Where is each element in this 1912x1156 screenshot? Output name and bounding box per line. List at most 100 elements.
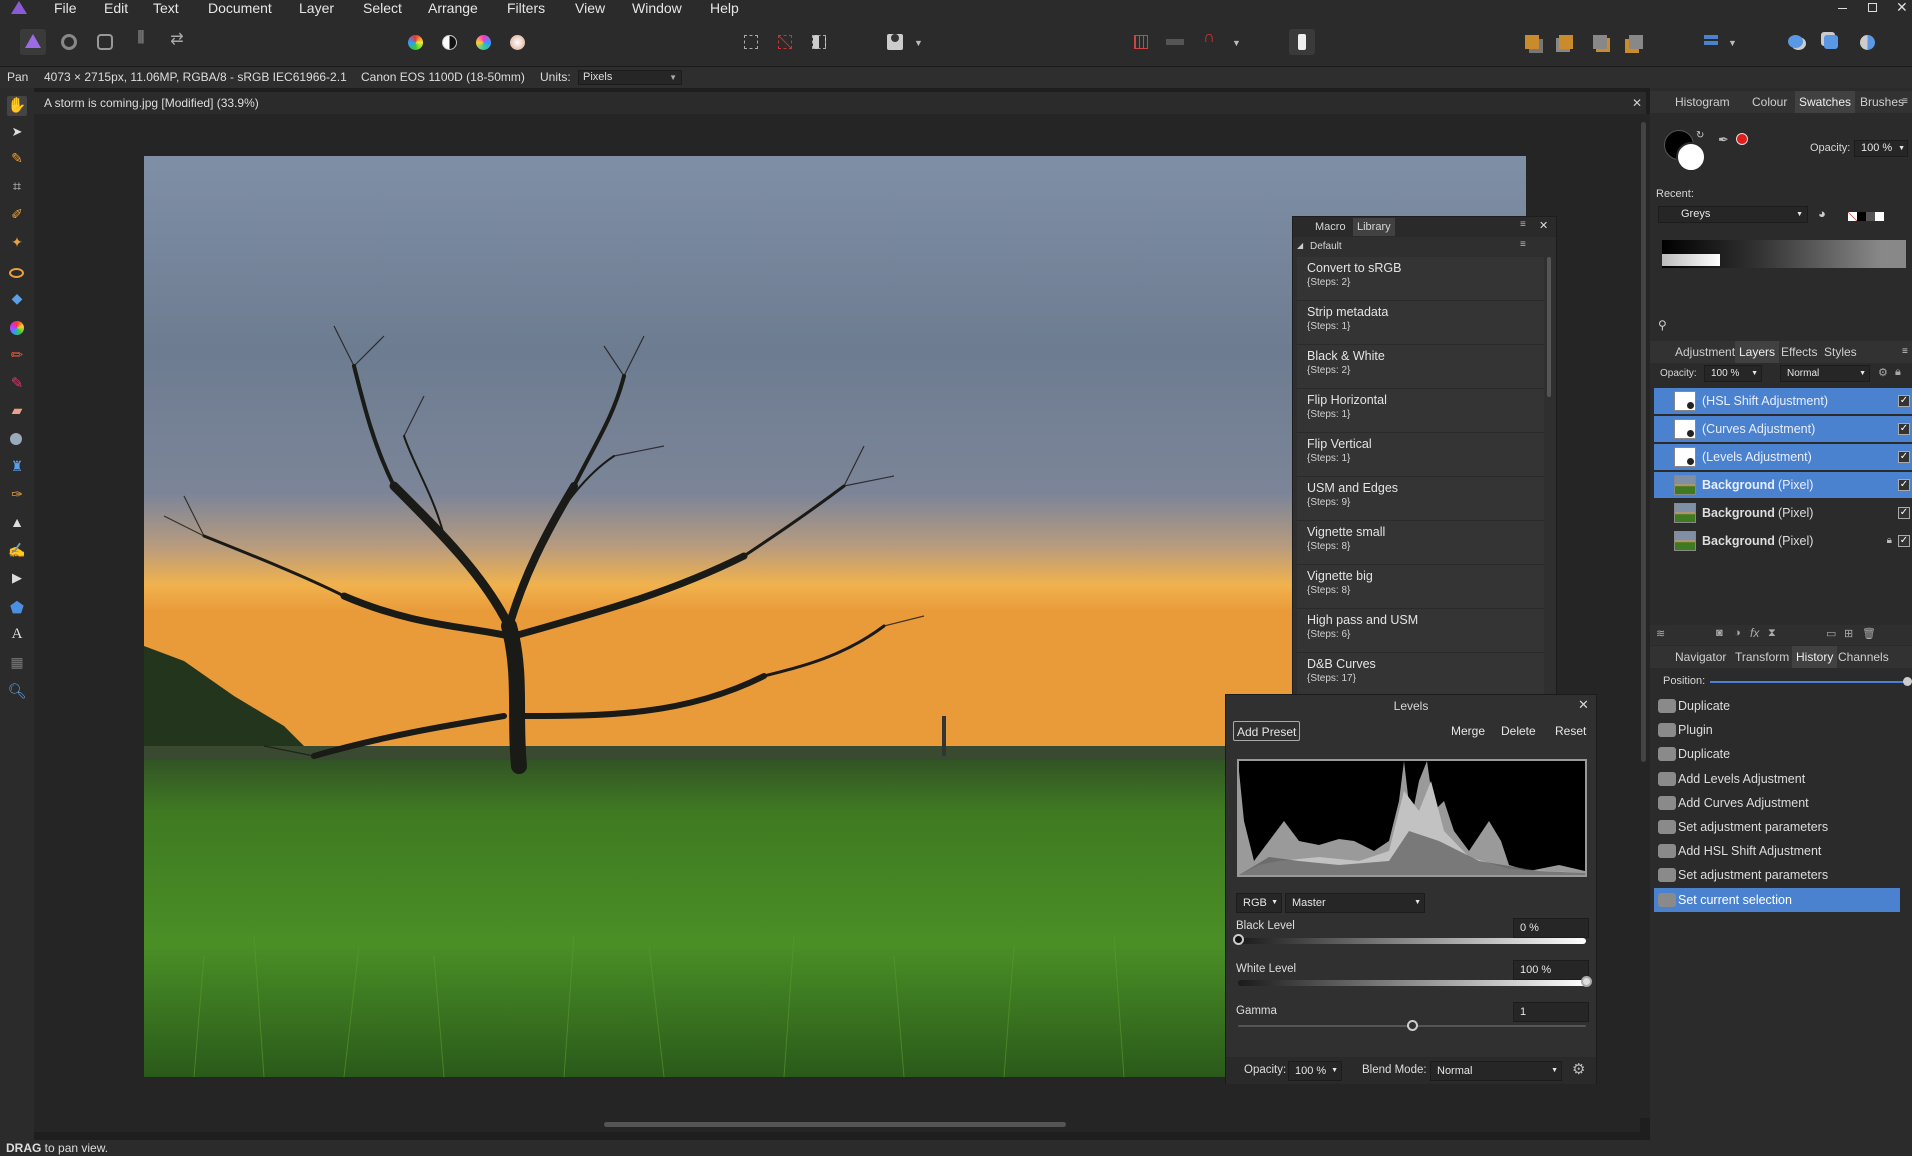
menu-window[interactable]: Window [632,0,682,16]
blend-mode-select[interactable]: Normal ▼ [1430,1061,1562,1081]
lock-icon[interactable]: 🔒︎ [1887,528,1892,554]
history-item[interactable]: Add Curves Adjustment [1654,791,1900,815]
colour-replacement-tool-icon[interactable]: ✎ [7,374,27,394]
recent-white-swatch[interactable] [1875,212,1884,221]
shape-tool-icon[interactable]: ⬟ [7,598,27,618]
history-item[interactable]: Add Levels Adjustment [1654,767,1900,791]
auto-white-balance-icon[interactable] [504,29,530,55]
macro-list-scroll-thumb[interactable] [1547,257,1551,397]
layer-visibility-checkbox[interactable]: ✓ [1898,479,1910,491]
white-level-field[interactable]: 100 % [1513,960,1589,980]
quick-mask-dropdown-icon[interactable]: ▼ [914,38,923,48]
close-icon[interactable]: ✕ [1578,697,1589,713]
levels-title-bar[interactable]: Levels ✕ [1226,695,1596,717]
deselect-icon[interactable] [772,29,798,55]
macro-item[interactable]: Flip Vertical {Steps: 1} [1297,433,1544,477]
opacity-field[interactable]: 100 % ▼ [1854,140,1908,157]
history-item[interactable]: Set adjustment parameters [1654,863,1900,887]
channel-mode-select[interactable]: RGB ▼ [1236,893,1282,913]
text-tool-icon[interactable]: A [7,626,27,646]
smudge-brush-tool-icon[interactable]: ✍ [7,542,27,562]
quick-mask-icon[interactable] [882,29,908,55]
history-item[interactable]: Plugin [1654,718,1900,742]
add-shape-icon[interactable] [1782,29,1808,55]
macro-item[interactable]: Black & White {Steps: 2} [1297,345,1544,389]
layer-row[interactable]: (Levels Adjustment) ✓ [1654,444,1912,470]
layer-visibility-checkbox[interactable]: ✓ [1898,451,1910,463]
palette-select[interactable]: Greys ▼ [1658,206,1808,223]
history-item[interactable]: Duplicate [1654,694,1900,718]
align-icon[interactable] [1700,29,1726,55]
close-window-icon[interactable]: ✕ [1896,0,1908,16]
delete-layer-icon[interactable]: 🗑︎ [1862,627,1876,640]
move-tool-icon[interactable]: ➤ [7,124,27,144]
delete-button[interactable]: Delete [1498,721,1539,741]
tab-channels[interactable]: Channels [1838,646,1889,668]
menu-edit[interactable]: Edit [104,0,128,16]
macro-item[interactable]: Vignette small {Steps: 8} [1297,521,1544,565]
marquee-tool-icon[interactable] [7,264,27,284]
paint-brush-tool-icon[interactable]: ✏ [7,346,27,366]
tab-history[interactable]: History [1792,646,1838,668]
pen-tool-icon[interactable]: ▶ [7,570,27,590]
snapping-icon[interactable] [1128,29,1154,55]
macro-item[interactable]: USM and Edges {Steps: 9} [1297,477,1544,521]
channel-select[interactable]: Master ▼ [1285,893,1425,913]
tab-navigator[interactable]: Navigator [1675,646,1726,668]
layer-row[interactable]: (Curves Adjustment) ✓ [1654,416,1912,442]
menu-select[interactable]: Select [363,0,402,16]
black-level-slider[interactable] [1233,934,1586,945]
gamma-handle[interactable] [1407,1020,1418,1031]
close-document-icon[interactable]: ✕ [1632,92,1642,114]
menu-arrange[interactable]: Arrange [428,0,478,16]
magnet-snapping-icon[interactable]: ∩ [1196,29,1222,55]
move-back-icon[interactable] [1587,29,1613,55]
layer-row[interactable]: Background (Pixel) 🔒︎ ✓ [1654,528,1912,554]
eyedropper-icon[interactable]: ✒ [1718,132,1729,148]
subtract-shape-icon[interactable] [1818,29,1844,55]
history-item[interactable]: Set current selection [1654,887,1900,912]
gamma-slider[interactable] [1238,1020,1586,1031]
tab-layers[interactable]: Layers [1735,341,1780,363]
blemish-removal-tool-icon[interactable]: ✑ [7,486,27,506]
liquify-persona-icon[interactable] [56,29,82,55]
auto-levels-icon[interactable] [402,29,428,55]
photo-persona-icon[interactable] [20,29,46,55]
category-menu-icon[interactable]: ≡ [1520,239,1526,250]
colour-picker-tool-icon[interactable]: ✎ [7,150,27,170]
greys-swatch-row2[interactable] [1662,254,1720,266]
tone-mapping-persona-icon[interactable]: ⫼ [128,29,154,55]
opacity-field[interactable]: 100 % ▼ [1288,1061,1342,1081]
layer-visibility-checkbox[interactable]: ✓ [1898,535,1910,547]
snapping-dropdown-icon[interactable]: ▼ [1232,38,1241,48]
close-icon[interactable]: ✕ [1539,219,1548,232]
adjustment-layer-icon[interactable]: ◑ [1734,627,1741,639]
layer-blend-select[interactable]: Normal ▼ [1780,365,1870,382]
tab-swatches[interactable]: Swatches [1795,91,1856,113]
context-help-icon[interactable] [1289,29,1315,55]
auto-colour-icon[interactable] [470,29,496,55]
history-item[interactable]: Add HSL Shift Adjustment [1654,839,1900,863]
add-group-icon[interactable]: ▭ [1826,627,1836,640]
gamma-field[interactable]: 1 [1513,1002,1589,1022]
bring-to-front-icon[interactable] [1519,29,1545,55]
send-to-back-icon[interactable] [1623,29,1649,55]
mask-layer-icon[interactable]: ◙ [1716,627,1723,639]
layer-opacity-field[interactable]: 100 % ▼ [1704,365,1762,382]
layer-row[interactable]: Background (Pixel) ✓ [1654,500,1912,526]
black-level-handle[interactable] [1233,934,1244,945]
panel-menu-icon[interactable]: ≡ [1902,341,1908,363]
menu-file[interactable]: File [54,0,77,16]
zoom-tool-icon[interactable]: 🔍︎ [7,682,27,702]
tab-macro[interactable]: Macro [1315,221,1346,233]
layer-visibility-checkbox[interactable]: ✓ [1898,395,1910,407]
layer-settings-icon[interactable]: ⚙ [1878,366,1888,379]
minimize-icon[interactable] [1838,8,1847,9]
tab-adjustment[interactable]: Adjustment [1675,341,1735,363]
selection-brush-tool-icon[interactable]: ✐ [7,206,27,226]
live-filter-icon[interactable]: ⧗ [1768,627,1776,640]
flood-fill-tool-icon[interactable]: ◆ [7,290,27,310]
select-all-icon[interactable] [738,29,764,55]
app-logo-icon[interactable] [11,1,27,14]
stack-icon[interactable]: ≋ [1656,627,1665,640]
